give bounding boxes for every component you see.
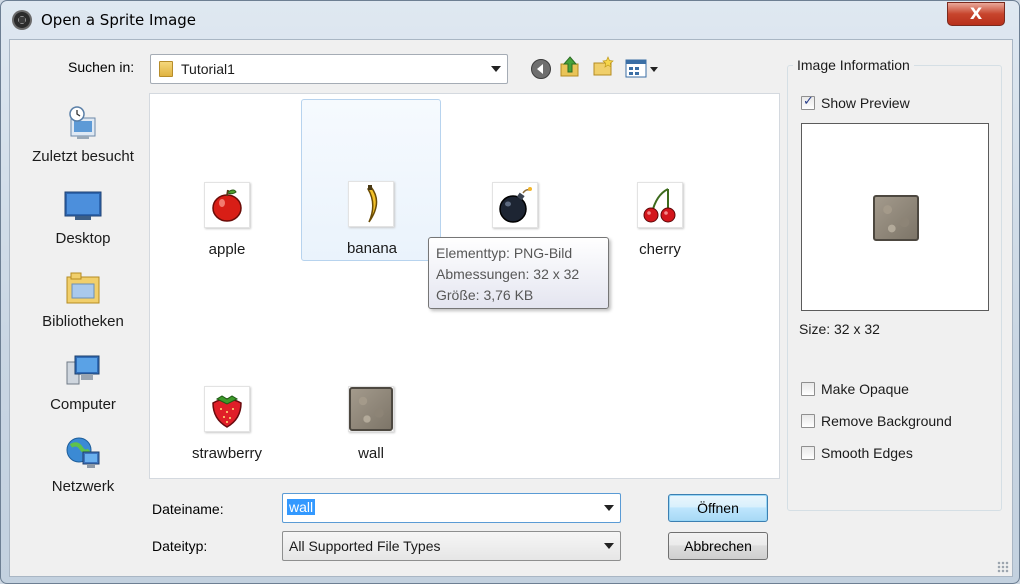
show-preview-checkbox[interactable] bbox=[801, 94, 815, 110]
window-title: Open a Sprite Image bbox=[41, 11, 197, 29]
file-thumbnail bbox=[204, 386, 250, 432]
image-information-title: Image Information bbox=[793, 57, 914, 73]
tooltip-type: Elementtyp: PNG-Bild bbox=[436, 245, 573, 261]
up-folder-icon[interactable] bbox=[559, 56, 581, 78]
file-thumbnail bbox=[348, 386, 394, 432]
file-thumbnail bbox=[637, 182, 683, 228]
place-computer[interactable]: Computer bbox=[20, 348, 146, 426]
filename-input[interactable]: wall bbox=[282, 493, 621, 523]
lookin-value: Tutorial1 bbox=[181, 61, 235, 77]
file-item-apple[interactable]: apple bbox=[157, 100, 297, 262]
filetype-value: All Supported File Types bbox=[289, 538, 441, 554]
place-label: Netzwerk bbox=[51, 478, 115, 495]
chevron-down-icon bbox=[491, 66, 501, 72]
place-label: Bibliotheken bbox=[42, 313, 124, 330]
filename-label: Dateiname: bbox=[152, 501, 224, 517]
computer-icon bbox=[66, 355, 100, 385]
file-label: cherry bbox=[639, 241, 681, 258]
recent-places-icon bbox=[69, 106, 96, 139]
lookin-dropdown[interactable]: Tutorial1 bbox=[150, 54, 508, 84]
make-opaque-checkbox[interactable] bbox=[801, 382, 815, 396]
resize-grip[interactable] bbox=[997, 561, 1009, 573]
show-preview-label[interactable]: Show Preview bbox=[821, 95, 910, 111]
file-thumbnail bbox=[204, 182, 250, 228]
place-label: Desktop bbox=[55, 230, 111, 247]
place-network[interactable]: Netzwerk bbox=[20, 430, 146, 508]
libraries-icon bbox=[66, 272, 100, 304]
smooth-edges-label[interactable]: Smooth Edges bbox=[821, 445, 913, 461]
filename-value: wall bbox=[287, 499, 316, 515]
close-button[interactable]: X bbox=[947, 2, 1005, 26]
place-desktop[interactable]: Desktop bbox=[20, 182, 146, 260]
place-recent[interactable]: Zuletzt besucht bbox=[20, 100, 146, 178]
folder-icon bbox=[159, 61, 173, 77]
tooltip-dimensions: Abmessungen: 32 x 32 bbox=[436, 266, 580, 282]
file-label: apple bbox=[208, 241, 246, 258]
file-list[interactable]: apple banana cherry strawberry wall Elem… bbox=[149, 93, 780, 479]
smooth-edges-checkbox[interactable] bbox=[801, 446, 815, 460]
file-label: strawberry bbox=[191, 445, 262, 462]
desktop-icon bbox=[64, 191, 102, 220]
place-label: Zuletzt besucht bbox=[32, 148, 134, 165]
open-button[interactable]: Öffnen bbox=[668, 494, 768, 522]
chevron-down-icon[interactable] bbox=[604, 505, 614, 511]
place-libraries[interactable]: Bibliotheken bbox=[20, 265, 146, 343]
open-sprite-dialog: Open a Sprite Image X Suchen in: Tutoria… bbox=[0, 0, 1020, 584]
file-thumbnail bbox=[492, 182, 538, 228]
image-preview bbox=[801, 123, 989, 311]
place-label: Computer bbox=[50, 396, 116, 413]
wall-icon bbox=[349, 387, 393, 431]
lookin-label: Suchen in: bbox=[68, 59, 135, 75]
title-bar[interactable]: Open a Sprite Image X bbox=[1, 1, 1019, 39]
apple-icon bbox=[212, 189, 242, 222]
chevron-down-icon bbox=[604, 543, 614, 549]
view-menu-icon[interactable] bbox=[625, 58, 661, 80]
file-item-banana[interactable]: banana bbox=[301, 99, 441, 261]
gamemaker-app-icon bbox=[12, 10, 32, 30]
strawberry-icon bbox=[212, 395, 242, 428]
remove-background-label[interactable]: Remove Background bbox=[821, 413, 952, 429]
filetype-dropdown[interactable]: All Supported File Types bbox=[282, 531, 621, 561]
tooltip-size: Größe: 3,76 KB bbox=[436, 287, 534, 303]
places-bar: Zuletzt besucht Desktop Bibliotheken Com… bbox=[20, 92, 146, 502]
file-label: wall bbox=[358, 445, 384, 462]
file-item-wall[interactable]: wall bbox=[301, 304, 441, 466]
new-folder-icon[interactable] bbox=[592, 56, 614, 78]
dialog-client-area: Suchen in: Tutorial1 Zuletzt besucht Des… bbox=[9, 39, 1013, 577]
image-size-text: Size: 32 x 32 bbox=[799, 321, 880, 337]
file-tooltip: Elementtyp: PNG-Bild Abmessungen: 32 x 3… bbox=[428, 237, 609, 309]
file-thumbnail bbox=[348, 181, 394, 227]
wall-preview-sprite bbox=[873, 195, 919, 241]
filetype-label: Dateityp: bbox=[152, 538, 208, 554]
remove-background-checkbox[interactable] bbox=[801, 414, 815, 428]
banana-icon bbox=[366, 185, 378, 223]
back-icon[interactable] bbox=[530, 58, 552, 80]
file-item-strawberry[interactable]: strawberry bbox=[157, 304, 297, 466]
file-item-cherry[interactable]: cherry bbox=[590, 100, 730, 262]
make-opaque-label[interactable]: Make Opaque bbox=[821, 381, 909, 397]
cherry-icon bbox=[643, 188, 676, 223]
file-label: banana bbox=[346, 240, 398, 257]
cancel-button[interactable]: Abbrechen bbox=[668, 532, 768, 560]
bomb-icon bbox=[499, 187, 532, 223]
network-icon bbox=[66, 437, 100, 468]
